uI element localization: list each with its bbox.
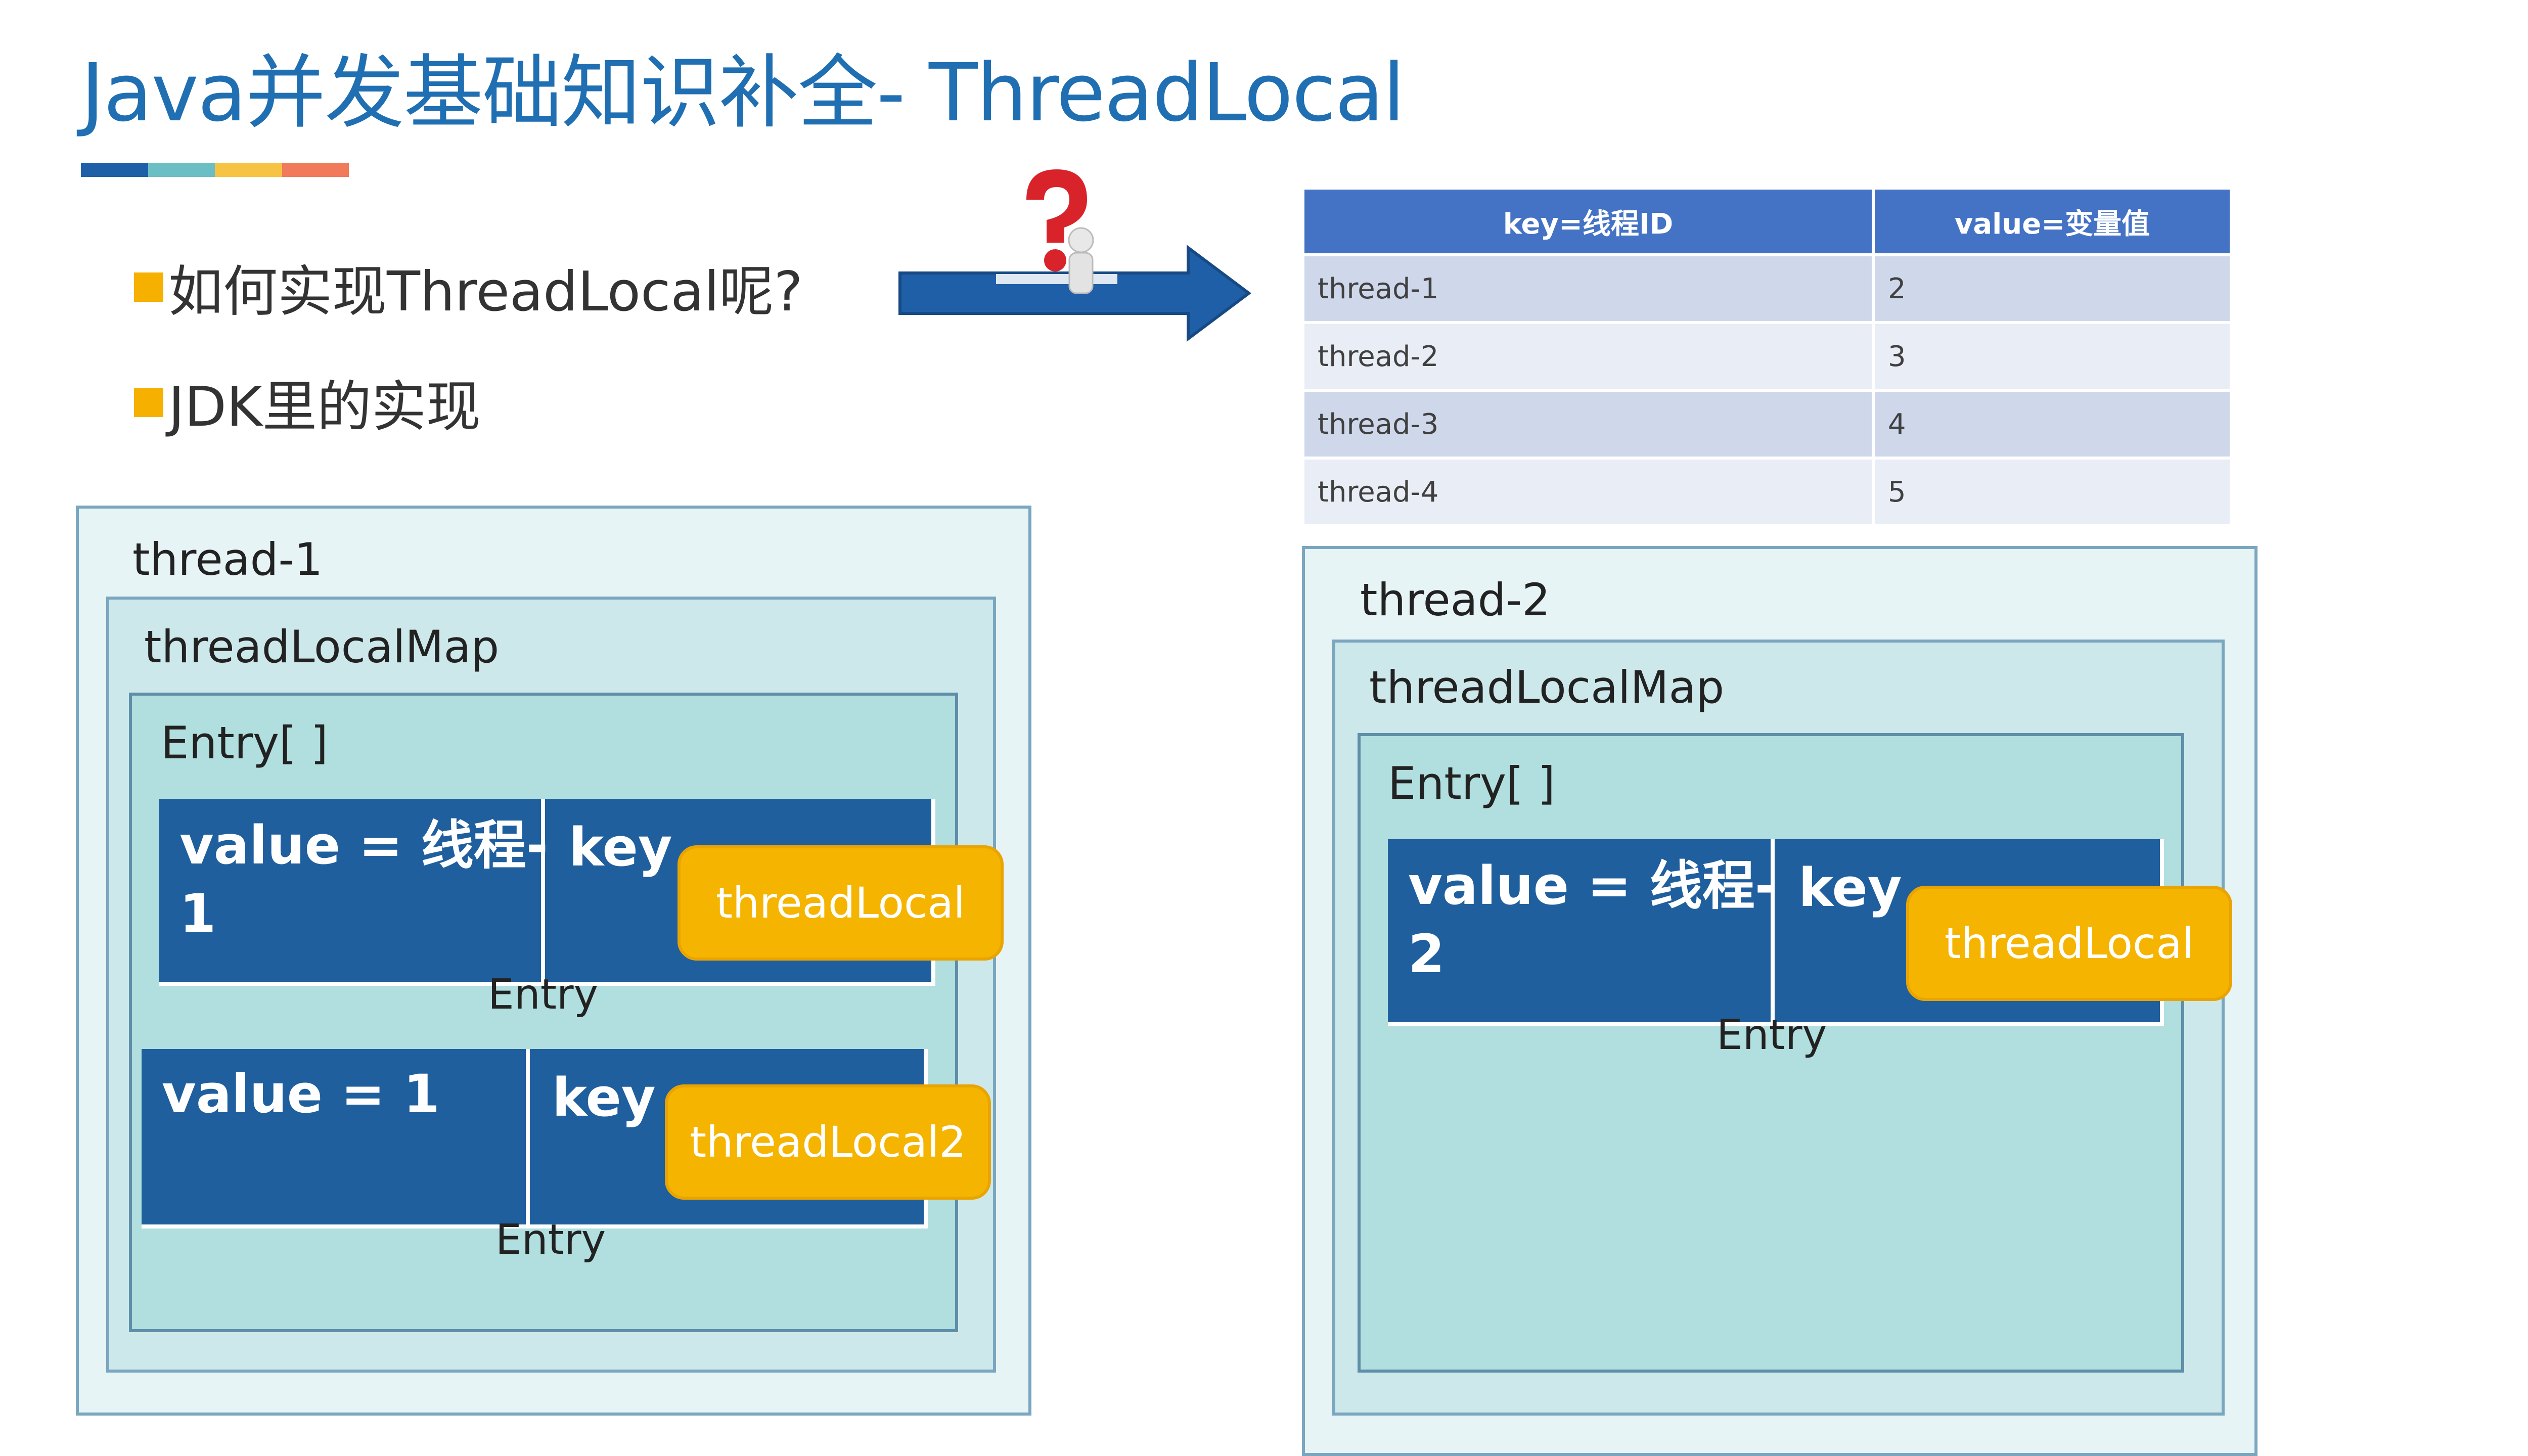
bullet-marker bbox=[134, 272, 163, 302]
table-row: thread-2 3 bbox=[1304, 321, 2230, 390]
bullet-item-2: JDK里的实现 bbox=[134, 363, 481, 442]
bullet-text: 如何实现ThreadLocal呢? bbox=[168, 260, 803, 324]
value-line: value = 线程- bbox=[1408, 855, 1777, 917]
thread-value-table: key=线程ID value=变量值 thread-1 2 thread-2 3… bbox=[1304, 190, 2230, 524]
entry-value: value = 线程- 2 bbox=[1408, 852, 1777, 988]
value-line: 2 bbox=[1408, 923, 1445, 985]
thread-local-ref: threadLocal bbox=[678, 845, 1004, 961]
entry-label: Entry bbox=[1717, 1011, 1827, 1059]
table-header-value: value=变量值 bbox=[1873, 190, 2230, 255]
table-row: thread-4 5 bbox=[1304, 457, 2230, 524]
table-cell: thread-4 bbox=[1304, 457, 1875, 524]
entry-value: value = 线程- 1 bbox=[179, 811, 548, 948]
bullet-marker bbox=[134, 388, 163, 417]
map-label: threadLocalMap bbox=[144, 621, 500, 673]
table-row: thread-1 2 bbox=[1304, 253, 2230, 323]
entry-key-label: key bbox=[569, 816, 672, 878]
table-cell: thread-2 bbox=[1304, 321, 1875, 390]
question-mark-figure-icon bbox=[1026, 169, 1094, 294]
underline-segment-3 bbox=[215, 163, 282, 177]
value-line: 1 bbox=[179, 883, 216, 944]
underline-segment-4 bbox=[282, 163, 349, 177]
entry-value: value = 1 bbox=[162, 1060, 440, 1128]
underline-segment-2 bbox=[148, 163, 215, 177]
page-title: Java并发基础知识补全- ThreadLocal bbox=[81, 47, 1405, 140]
entry-label: Entry bbox=[488, 971, 599, 1019]
table-cell: 5 bbox=[1873, 457, 2230, 524]
table-cell: thread-1 bbox=[1304, 253, 1875, 323]
array-label: Entry[ ] bbox=[161, 717, 328, 769]
underline-segment-1 bbox=[81, 163, 148, 177]
value-line: value = 线程- bbox=[179, 814, 548, 876]
entry-key-label: key bbox=[1798, 857, 1902, 919]
entry-divider bbox=[526, 1049, 530, 1224]
table-header-key: key=线程ID bbox=[1304, 190, 1875, 255]
thread-label: thread-1 bbox=[132, 533, 323, 585]
bullet-text: JDK里的实现 bbox=[168, 376, 481, 439]
thread-local-ref: threadLocal bbox=[1906, 886, 2232, 1001]
value-line: value = 1 bbox=[162, 1063, 440, 1125]
title-underline bbox=[81, 163, 349, 177]
table-cell: 2 bbox=[1873, 253, 2230, 323]
entry-key-label: key bbox=[552, 1067, 656, 1128]
thread-local-ref: threadLocal2 bbox=[665, 1084, 991, 1200]
thread-label: thread-2 bbox=[1360, 574, 1551, 626]
array-label: Entry[ ] bbox=[1388, 757, 1555, 809]
table-row: thread-3 4 bbox=[1304, 389, 2230, 458]
map-label: threadLocalMap bbox=[1369, 661, 1725, 713]
table-cell: thread-3 bbox=[1304, 389, 1875, 458]
table-cell: 3 bbox=[1873, 321, 2230, 390]
table-cell: 4 bbox=[1873, 389, 2230, 458]
entry-label: Entry bbox=[495, 1216, 606, 1264]
bullet-item-1: 如何实现ThreadLocal呢? bbox=[134, 248, 803, 327]
